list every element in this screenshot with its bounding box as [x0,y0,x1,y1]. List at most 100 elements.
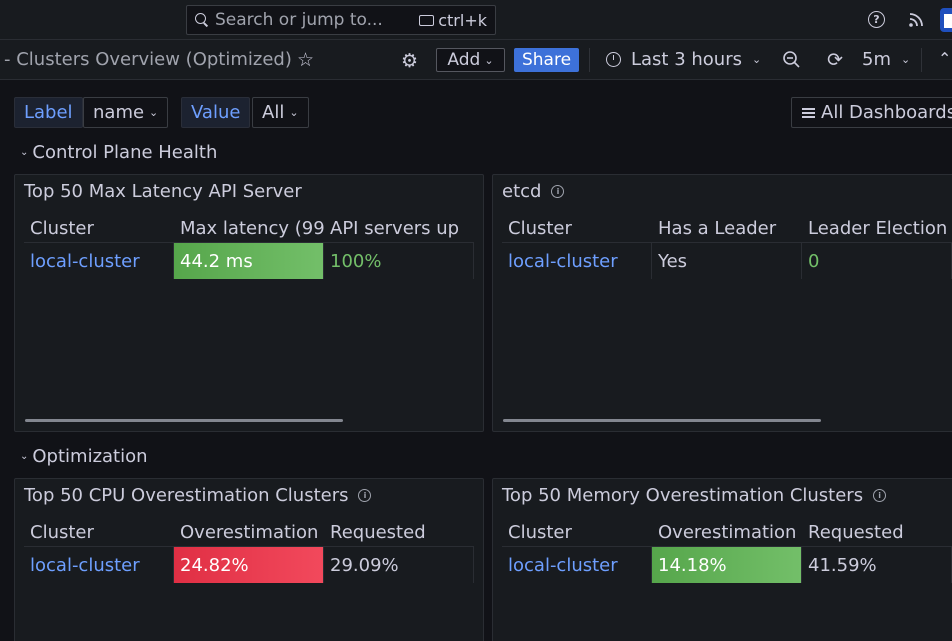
dashboard-toolbar: - Clusters Overview (Optimized) ☆ ⚙ Add … [0,40,952,80]
user-avatar[interactable] [940,8,952,32]
time-range-picker[interactable]: Last 3 hours ⌄ [606,49,761,70]
cluster-link[interactable]: local-cluster [502,243,652,279]
column-header[interactable]: Overestimation [174,519,324,547]
all-dashboards-button[interactable]: All Dashboards [791,97,952,128]
zoom-out-icon[interactable] [782,50,801,69]
has-leader-cell: Yes [652,243,802,279]
share-button[interactable]: Share [514,48,579,72]
panel-title: Top 50 Max Latency API Server [24,181,302,202]
latency-cell: 44.2 ms [174,243,324,279]
table-header: Cluster Has a Leader Leader Election [502,215,952,243]
column-header[interactable]: Overestimation [652,519,802,547]
table-row: local-cluster 44.2 ms 100% [24,243,474,279]
table: Cluster Overestimation Requested local-c… [502,519,952,583]
overestimation-cell: 24.82% [174,547,324,583]
search-icon [195,13,209,27]
top-navbar: Search or jump to... ctrl+k ? [0,0,952,40]
search-placeholder: Search or jump to... [215,10,383,30]
clock-icon [606,52,621,67]
cluster-link[interactable]: local-cluster [24,547,174,583]
panel-title: Top 50 Memory Overestimation Clusters i [502,485,887,506]
chevron-up-icon[interactable]: ⌃ [938,49,951,68]
variable-value-select[interactable]: All ⌄ [252,97,309,128]
keyboard-icon [419,15,435,26]
table: Cluster Overestimation Requested local-c… [24,519,474,583]
star-icon[interactable]: ☆ [297,49,314,71]
variable-value-label: Value [181,97,251,128]
chevron-down-icon: ⌄ [752,53,762,66]
help-icon[interactable]: ? [868,11,885,28]
row-toggle-optimization[interactable]: ⌄ Optimization [20,446,148,467]
time-range-label: Last 3 hours [631,49,742,70]
keyboard-shortcut: ctrl+k [419,11,487,30]
row-title: Control Plane Health [32,142,218,163]
column-header[interactable]: API servers up [324,215,474,243]
panel-api-latency: Top 50 Max Latency API Server Cluster Ma… [14,174,484,432]
add-button[interactable]: Add ⌄ [436,48,505,72]
breadcrumb[interactable]: - Clusters Overview (Optimized) [4,49,292,70]
refresh-interval-picker[interactable]: 5m ⌄ [862,49,910,70]
panel-title: etcd i [502,181,565,202]
info-icon[interactable]: i [551,185,565,198]
cluster-link[interactable]: local-cluster [502,547,652,583]
requested-cell: 41.59% [802,547,952,583]
refresh-interval-label: 5m [862,49,891,70]
menu-icon [802,107,815,118]
chevron-down-icon: ⌄ [149,106,159,119]
column-header[interactable]: Has a Leader [652,215,802,243]
table: Cluster Has a Leader Leader Election loc… [502,215,952,279]
info-icon[interactable]: i [873,489,887,502]
variable-label-value: name [93,102,145,123]
variable-label-select[interactable]: name ⌄ [83,97,169,128]
chevron-down-icon: ⌄ [901,53,911,66]
refresh-icon[interactable]: ⟳ [827,49,843,71]
panel-memory-overestimation: Top 50 Memory Overestimation Clusters i … [492,478,952,641]
row-toggle-control-plane[interactable]: ⌄ Control Plane Health [20,142,217,163]
panel-title-text: Top 50 CPU Overestimation Clusters [24,485,349,506]
column-header[interactable]: Max latency (99 [174,215,324,243]
shortcut-text: ctrl+k [438,11,487,30]
column-header[interactable]: Leader Election [802,215,952,243]
column-header[interactable]: Cluster [24,519,174,547]
gear-icon[interactable]: ⚙ [401,50,418,72]
cluster-link[interactable]: local-cluster [24,243,174,279]
column-header[interactable]: Cluster [502,519,652,547]
panel-title-text: Top 50 Max Latency API Server [24,181,302,202]
row-title: Optimization [32,446,148,467]
panel-title-text: etcd [502,181,542,202]
variable-label-label: Label [14,97,83,128]
requested-cell: 29.09% [324,547,474,583]
info-icon[interactable]: i [358,489,372,502]
add-button-label: Add [447,50,481,70]
table: Cluster Max latency (99 API servers up l… [24,215,474,279]
chevron-down-icon: ⌄ [484,53,494,67]
chevron-down-icon: ⌄ [289,106,299,119]
column-header[interactable]: Cluster [24,215,174,243]
chevron-down-icon: ⌄ [20,147,29,158]
table-header: Cluster Max latency (99 API servers up [24,215,474,243]
table-header: Cluster Overestimation Requested [24,519,474,547]
table-row: local-cluster 14.18% 41.59% [502,547,952,583]
table-header: Cluster Overestimation Requested [502,519,952,547]
panel-title: Top 50 CPU Overestimation Clusters i [24,485,372,506]
column-header[interactable]: Cluster [502,215,652,243]
all-dashboards-label: All Dashboards [821,102,952,123]
news-feed-icon[interactable] [907,11,925,29]
panel-etcd: etcd i Cluster Has a Leader Leader Elect… [492,174,952,432]
panel-title-text: Top 50 Memory Overestimation Clusters [502,485,864,506]
divider [589,48,590,72]
divider [921,48,922,72]
servers-up-cell: 100% [324,243,474,279]
panel-cpu-overestimation: Top 50 CPU Overestimation Clusters i Clu… [14,478,484,641]
leader-election-cell: 0 [802,243,952,279]
overestimation-cell: 14.18% [652,547,802,583]
column-header[interactable]: Requested [324,519,474,547]
column-header[interactable]: Requested [802,519,952,547]
horizontal-scrollbar[interactable] [25,419,343,422]
variable-value-value: All [262,102,285,123]
search-input[interactable]: Search or jump to... ctrl+k [186,5,496,35]
chevron-down-icon: ⌄ [20,451,29,462]
table-row: local-cluster Yes 0 [502,243,952,279]
table-row: local-cluster 24.82% 29.09% [24,547,474,583]
horizontal-scrollbar[interactable] [503,419,821,422]
